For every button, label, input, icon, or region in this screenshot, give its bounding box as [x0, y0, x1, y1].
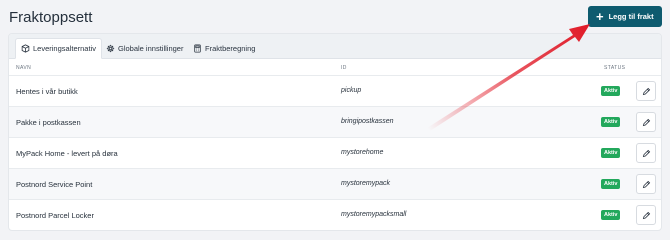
- table-row: Postnord Parcel Locker mystoremypacksmal…: [9, 199, 661, 230]
- table-row: Hentes i vår butikk pickup Aktiv: [9, 75, 661, 106]
- shipping-name: Pakke i postkassen: [16, 118, 81, 127]
- edit-button[interactable]: [636, 81, 656, 101]
- shipping-name: Hentes i vår butikk: [16, 87, 78, 96]
- tab-label: Globale innstillinger: [118, 44, 184, 53]
- calculator-icon: [194, 44, 201, 53]
- shipping-name: Postnord Service Point: [16, 180, 93, 189]
- shipping-name: MyPack Home - levert på døra: [16, 149, 118, 158]
- column-header-name: NAVN: [16, 65, 32, 71]
- pencil-icon: [642, 87, 650, 95]
- status-badge: Aktiv: [601, 86, 621, 96]
- table-row: Postnord Service Point mystoremypack Akt…: [9, 168, 661, 199]
- shipping-id: mystoremypacksmall: [341, 211, 407, 218]
- gear-icon: [106, 44, 115, 53]
- status-badge: Aktiv: [601, 117, 621, 127]
- add-shipping-button[interactable]: + Legg til frakt: [588, 6, 662, 27]
- box-icon: [21, 44, 30, 53]
- shipping-card: Leveringsalternativ Globale innstillinge…: [8, 33, 662, 231]
- tab-global-settings[interactable]: Globale innstillinger: [101, 38, 188, 59]
- edit-button[interactable]: [636, 174, 656, 194]
- tab-shipping-calculation[interactable]: Fraktberegning: [188, 38, 260, 59]
- column-header-status: STATUS: [604, 65, 626, 71]
- tab-bar: Leveringsalternativ Globale innstillinge…: [9, 34, 661, 59]
- edit-button[interactable]: [636, 112, 656, 132]
- shipping-id: bringipostkassen: [341, 118, 394, 125]
- page-title: Fraktoppsett: [9, 9, 93, 26]
- table-row: Pakke i postkassen bringipostkassen Akti…: [9, 106, 661, 137]
- pencil-icon: [642, 180, 650, 188]
- pencil-icon: [642, 211, 650, 219]
- shipping-name: Postnord Parcel Locker: [16, 211, 94, 220]
- status-badge: Aktiv: [601, 179, 621, 189]
- tab-delivery-options[interactable]: Leveringsalternativ: [15, 38, 102, 59]
- edit-button[interactable]: [636, 143, 656, 163]
- pencil-icon: [642, 118, 650, 126]
- shipping-id: mystoremypack: [341, 180, 391, 187]
- pencil-icon: [642, 149, 650, 157]
- table-row: MyPack Home - levert på døra mystorehome…: [9, 137, 661, 168]
- edit-button[interactable]: [636, 205, 656, 225]
- tab-label: Fraktberegning: [205, 44, 256, 53]
- status-badge: Aktiv: [601, 210, 621, 220]
- shipping-id: pickup: [341, 87, 362, 94]
- status-badge: Aktiv: [601, 148, 621, 158]
- tab-label: Leveringsalternativ: [33, 44, 96, 53]
- add-shipping-label: Legg til frakt: [608, 12, 654, 21]
- column-header-id: ID: [341, 65, 347, 71]
- plus-icon: +: [596, 9, 604, 24]
- shipping-id: mystorehome: [341, 149, 384, 156]
